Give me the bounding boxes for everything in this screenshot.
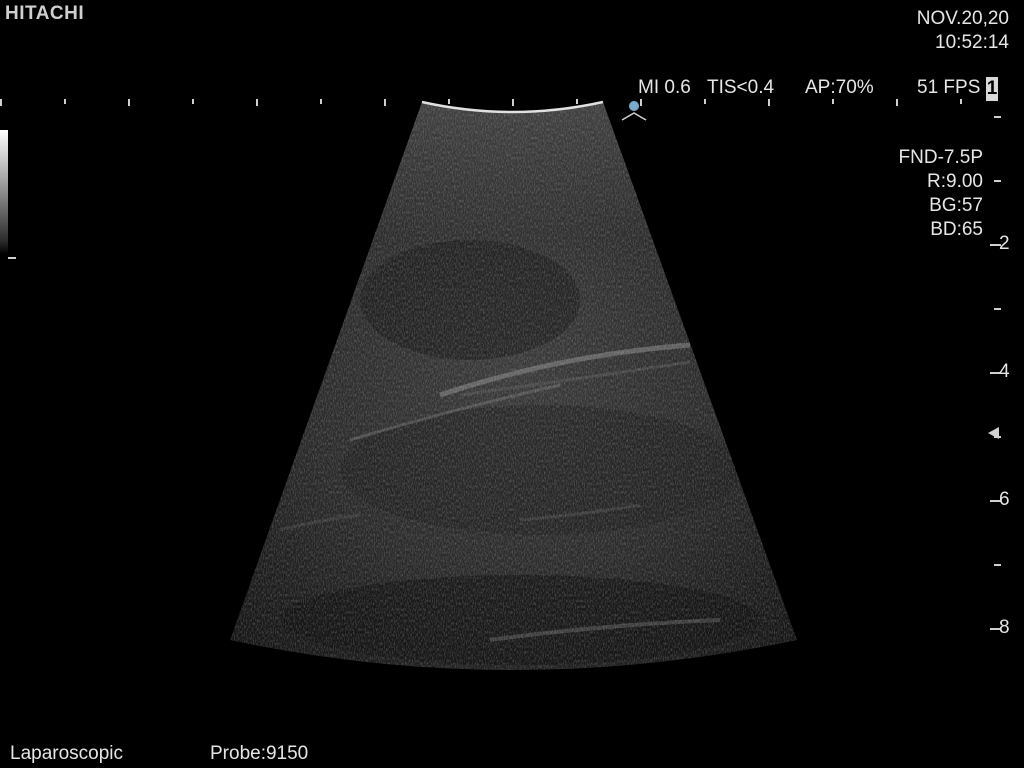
mi-value: MI 0.6 — [638, 77, 691, 98]
brand-logo: HITACHI — [5, 3, 85, 24]
orientation-marker-icon — [621, 101, 647, 121]
grayscale-bar — [0, 130, 8, 254]
date-text: NOV.20,20 — [916, 8, 1009, 29]
date-time: NOV.20,20 10:52:14 — [917, 7, 1009, 55]
ultrasound-canvas — [0, 99, 1001, 670]
depth-label-8: 8 — [999, 617, 1010, 638]
top-ruler — [0, 99, 962, 106]
range-value: R:9.00 — [927, 171, 983, 192]
time-text: 10:52:14 — [935, 32, 1009, 53]
frame-badge: 1 — [986, 77, 998, 101]
fps-value: 51 FPS — [917, 77, 981, 98]
depth-label-6: 6 — [999, 489, 1010, 510]
ap-value: AP:70% — [805, 77, 874, 98]
gain-value: BG:57 — [929, 195, 983, 216]
focus-marker-icon — [988, 427, 999, 439]
probe-model: FND-7.5P — [898, 147, 983, 168]
ultrasound-image — [230, 102, 797, 670]
depth-label-4: 4 — [999, 361, 1010, 382]
probe-id: Probe:9150 — [210, 743, 309, 764]
tis-value: TIS<0.4 — [707, 77, 775, 98]
imaging-params: FND-7.5P R:9.00 BG:57 BD:65 — [899, 146, 983, 242]
exam-mode: Laparoscopic — [10, 743, 124, 764]
depth-label-2: 2 — [999, 233, 1010, 254]
dynamic-range-value: BD:65 — [930, 219, 983, 240]
